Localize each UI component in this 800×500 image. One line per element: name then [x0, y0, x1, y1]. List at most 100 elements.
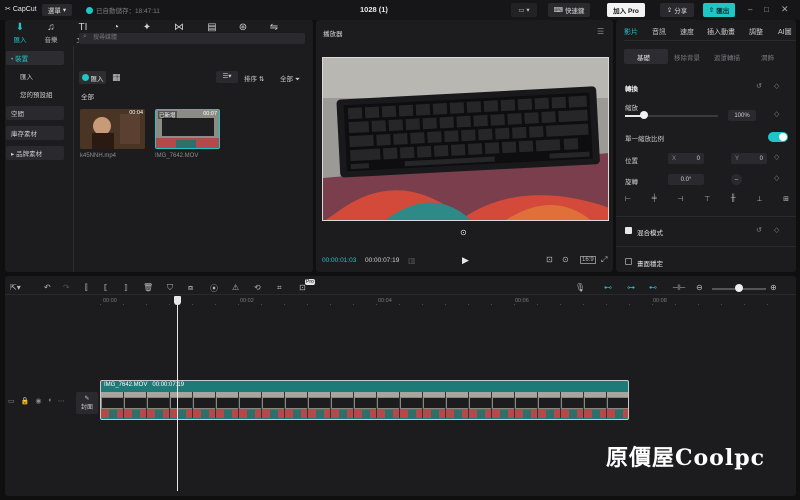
align-center-v-icon[interactable]: ╫: [731, 195, 736, 206]
eye-icon[interactable]: ◉: [35, 397, 41, 405]
zoom-slider-handle[interactable]: [735, 284, 743, 292]
subtab-mask[interactable]: 遮罩轉描: [714, 52, 740, 62]
rotate-button[interactable]: –: [731, 174, 742, 185]
rotate-icon[interactable]: ⟲: [254, 283, 261, 292]
redo-icon[interactable]: ↷: [63, 283, 70, 292]
scale-slider-track[interactable]: [625, 115, 718, 117]
distribute-icon[interactable]: ⊞: [783, 195, 789, 206]
stabilize-checkbox[interactable]: [625, 258, 632, 265]
scale-slider-handle[interactable]: [640, 111, 648, 119]
tab-animation[interactable]: 插入動畫: [707, 27, 735, 37]
maximize-button[interactable]: □: [764, 5, 769, 14]
sidebar-item-device[interactable]: • 裝置: [6, 51, 64, 65]
align-right-icon[interactable]: ⊣: [677, 195, 683, 206]
marker-icon[interactable]: ⛉: [167, 283, 173, 293]
tab-music[interactable]: ♫ 音樂: [36, 22, 66, 44]
focus-icon[interactable]: ⊙: [562, 255, 569, 264]
fullscreen-icon[interactable]: ⤢: [601, 255, 607, 265]
link-icon[interactable]: ⊶: [627, 283, 635, 292]
undo-icon[interactable]: ↶: [44, 283, 51, 292]
zoom-out-icon[interactable]: ⊖: [696, 283, 703, 292]
select-tool-icon[interactable]: ⇱▾: [10, 283, 21, 292]
share-label: 分享: [674, 8, 688, 15]
watermark: 原價屋Coolpc: [606, 445, 765, 471]
align-left-icon[interactable]: ⊢: [625, 195, 631, 206]
tab-video[interactable]: 影片: [624, 27, 638, 37]
split-screen-icon[interactable]: ⊣⊢: [672, 283, 686, 292]
sidebar-item-presets[interactable]: 您的預設組: [6, 87, 64, 101]
layout-button[interactable]: ▭ ▾: [511, 3, 537, 17]
minimize-button[interactable]: –: [748, 5, 752, 14]
preview-axis-icon[interactable]: ⊷: [649, 283, 657, 292]
delete-icon[interactable]: 🗑: [143, 283, 153, 292]
tab-adjust[interactable]: 調整: [749, 27, 763, 37]
sidebar-item-import[interactable]: 匯入: [6, 69, 64, 83]
import-button[interactable]: 匯入: [79, 71, 106, 84]
track-icon[interactable]: ▭: [8, 397, 15, 405]
subtab-remove-bg[interactable]: 移除背景: [674, 52, 700, 62]
video-preview[interactable]: [322, 57, 609, 221]
microphone-icon[interactable]: 🎙: [575, 283, 585, 292]
tab-ai[interactable]: AI圖: [778, 27, 792, 37]
media-item[interactable]: 00:04: [80, 109, 145, 149]
align-bottom-icon[interactable]: ⊥: [756, 195, 762, 206]
keyframe-icon[interactable]: ◇: [774, 174, 779, 182]
align-top-icon[interactable]: ⊤: [704, 195, 710, 206]
freeze-icon[interactable]: ⧈: [188, 283, 193, 293]
magnet-icon[interactable]: ⊷: [604, 283, 612, 292]
keyframe-icon[interactable]: ◇: [774, 110, 779, 118]
sidebar-item-space[interactable]: 空間: [6, 106, 64, 120]
zoom-in-icon[interactable]: ⊕: [770, 283, 777, 292]
tab-speed[interactable]: 速度: [680, 27, 694, 37]
export-button[interactable]: ⇧ 匯出: [703, 3, 735, 17]
join-pro-button[interactable]: 加入 Pro: [607, 3, 645, 17]
keyframe-icon[interactable]: ◇: [774, 226, 779, 234]
tab-audio[interactable]: 音訊: [652, 27, 666, 37]
menu-button[interactable]: 選單 ▾: [42, 4, 72, 16]
playhead-handle[interactable]: [174, 296, 181, 305]
audio-icon[interactable]: ◖: [47, 397, 51, 405]
playhead[interactable]: [177, 296, 178, 491]
reset-icon[interactable]: ↺: [756, 82, 762, 90]
keyframe-icon[interactable]: ◇: [774, 153, 779, 161]
position-x-input[interactable]: X0: [668, 153, 704, 164]
reverse-icon[interactable]: ⦿: [210, 283, 218, 294]
subtab-retouch[interactable]: 潤飾: [761, 52, 774, 62]
grid-icon[interactable]: ▦: [112, 72, 121, 83]
view-toggle[interactable]: ☰▾: [216, 71, 238, 83]
search-input[interactable]: 搜尋媒體: [79, 33, 305, 44]
subtab-basic[interactable]: 基礎: [637, 52, 650, 62]
split-left-icon[interactable]: ⟦: [104, 283, 108, 292]
clip-name: IMG_7642.MOV: [104, 382, 148, 388]
crop-icon[interactable]: ⊙: [460, 228, 467, 237]
sidebar-item-brand[interactable]: ▸ 品牌素材: [6, 146, 64, 160]
sidebar-item-stock[interactable]: 庫存素材: [6, 126, 64, 140]
tab-import[interactable]: ⬇ 匯入: [5, 22, 35, 44]
lock-icon[interactable]: 🔒: [21, 397, 30, 405]
align-center-h-icon[interactable]: ╪: [652, 195, 657, 206]
position-y-input[interactable]: Y0: [731, 153, 767, 164]
cover-button[interactable]: ✎ 封面: [76, 392, 98, 414]
sort-button[interactable]: 排序 ⇅: [244, 73, 264, 83]
filter-button[interactable]: 全部 ⏷: [280, 73, 300, 84]
video-clip[interactable]: IMG_7642.MOV 00:00:07:19: [100, 380, 629, 420]
split-right-icon[interactable]: ⟧: [124, 283, 128, 292]
scale-input[interactable]: 100%: [728, 110, 756, 121]
menu-icon[interactable]: ☰: [597, 27, 604, 36]
share-button[interactable]: ⇪ 分享: [660, 3, 694, 17]
close-button[interactable]: ✕: [781, 4, 789, 15]
blend-checkbox[interactable]: [625, 227, 632, 234]
ratio-icon[interactable]: 16:9: [580, 256, 596, 264]
uniform-scale-toggle[interactable]: [768, 132, 788, 142]
mirror-icon[interactable]: ⚠: [232, 283, 239, 292]
play-icon[interactable]: ▶: [462, 255, 469, 266]
rotation-input[interactable]: 0.0°: [668, 174, 704, 185]
crop-tool-icon[interactable]: ⌗: [277, 283, 282, 293]
keyframe-icon[interactable]: ◇: [774, 82, 779, 90]
media-item[interactable]: 已新增 00:07: [155, 109, 220, 149]
shortcut-button[interactable]: ⌨ 快速鍵: [548, 3, 590, 17]
fit-icon[interactable]: ⊡: [546, 255, 553, 264]
reset-icon[interactable]: ↺: [756, 226, 762, 234]
split-icon[interactable]: ⫿: [85, 283, 88, 293]
more-icon[interactable]: ⋯: [58, 397, 65, 405]
